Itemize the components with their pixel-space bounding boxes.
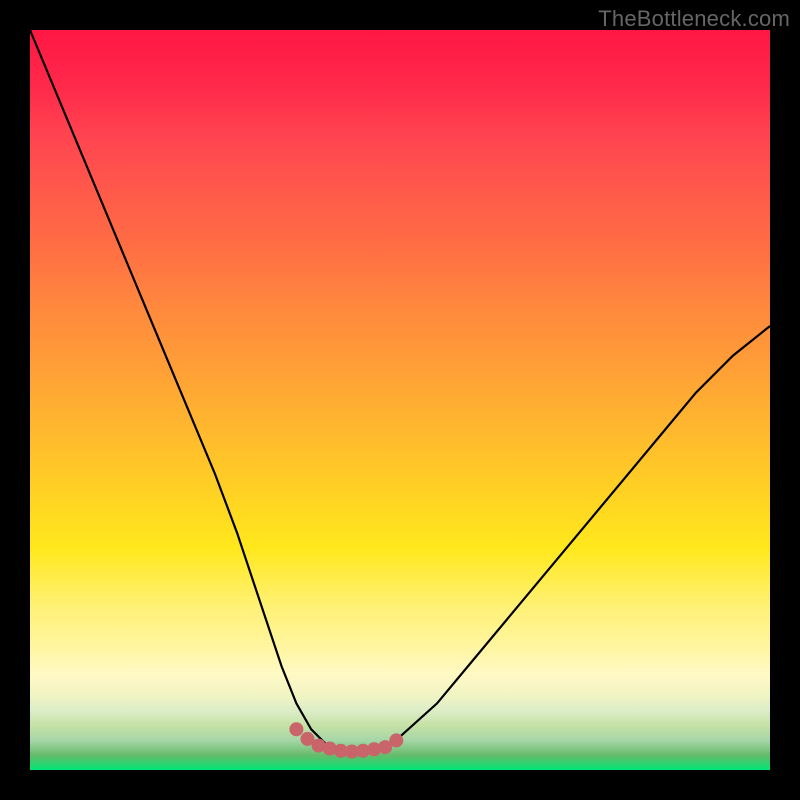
bottleneck-curve-svg bbox=[30, 30, 770, 770]
watermark-text: TheBottleneck.com bbox=[598, 6, 790, 32]
plot-area bbox=[30, 30, 770, 770]
marker-dot bbox=[389, 733, 403, 747]
bottleneck-curve bbox=[30, 30, 770, 752]
flat-region-markers bbox=[289, 722, 403, 758]
chart-container: TheBottleneck.com bbox=[0, 0, 800, 800]
marker-dot bbox=[289, 722, 303, 736]
